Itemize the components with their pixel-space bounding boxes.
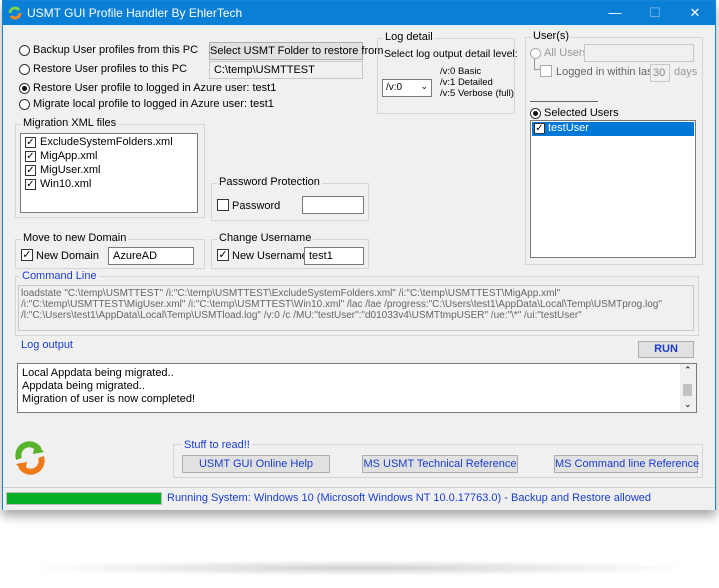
log-detail-group: Log detail Select log output detail leve…	[377, 31, 518, 114]
log-level-select[interactable]: /v:0 ⌄	[382, 79, 432, 97]
list-item[interactable]: ✓ testUser	[532, 122, 694, 136]
list-item-label: MigApp.xml	[40, 150, 98, 162]
password-group: Password Protection Password	[211, 176, 369, 221]
list-item-label: testUser	[548, 122, 589, 134]
title-bar: USMT GUI Profile Handler By EhlerTech — …	[3, 1, 715, 25]
username-label: New Username	[232, 250, 308, 262]
status-bar: Running System: Windows 10 (Microsoft Wi…	[3, 487, 715, 510]
username-title: Change Username	[217, 232, 314, 244]
log-output-title: Log output	[21, 339, 73, 351]
close-button[interactable]: ✕	[675, 1, 715, 25]
command-line-text[interactable]: loadstate "C:\temp\USMTTEST" /i:"C:\temp…	[18, 285, 694, 331]
password-title: Password Protection	[217, 176, 322, 188]
migrate-local-radio[interactable]	[19, 99, 30, 110]
list-item-label: MigUser.xml	[40, 164, 101, 176]
links-title: Stuff to read!!	[182, 439, 252, 451]
restore-label: Restore User profiles to this PC	[33, 63, 188, 75]
log-detail-title: Log detail	[383, 31, 435, 43]
online-help-button[interactable]: USMT GUI Online Help	[182, 455, 330, 473]
days-label: days	[674, 66, 698, 78]
selected-users-radio[interactable]	[530, 108, 541, 119]
scroll-up-icon[interactable]: ⌃	[684, 364, 692, 377]
checkbox-checked-icon[interactable]: ✓	[25, 165, 36, 176]
password-label: Password	[232, 200, 281, 212]
domain-label: New Domain	[36, 250, 99, 262]
command-line-group: Command Line loadstate "C:\temp\USMTTEST…	[15, 270, 699, 336]
migration-files-list[interactable]: ✓ ExcludeSystemFolders.xml ✓ MigApp.xml …	[20, 133, 198, 213]
sync-logo-icon	[15, 441, 45, 475]
command-line-reference-button[interactable]: MS Command line Reference	[554, 455, 699, 473]
log-line: Appdata being migrated..	[22, 380, 145, 392]
progress-bar	[6, 492, 162, 505]
app-window: USMT GUI Profile Handler By EhlerTech — …	[2, 0, 716, 510]
username-field[interactable]: test1	[304, 247, 364, 265]
logged-within-checkbox[interactable]	[540, 65, 552, 77]
scroll-down-icon[interactable]: ⌄	[684, 398, 692, 411]
backup-radio[interactable]	[19, 45, 30, 56]
checkbox-checked-icon[interactable]: ✓	[534, 123, 545, 134]
log-detail-label: Select log output detail level:	[384, 48, 518, 60]
selected-users-label: Selected Users	[544, 107, 619, 119]
technical-reference-button[interactable]: MS USMT Technical Reference	[362, 455, 518, 473]
domain-field[interactable]: AzureAD	[108, 247, 194, 265]
minimize-button[interactable]: —	[595, 1, 635, 25]
password-checkbox[interactable]	[217, 199, 229, 211]
checkbox-checked-icon[interactable]: ✓	[25, 151, 36, 162]
days-field[interactable]: 30	[650, 64, 670, 82]
checkbox-checked-icon[interactable]: ✓	[25, 179, 36, 190]
users-list[interactable]: ✓ testUser	[530, 120, 696, 258]
username-group: Change Username ✓ New Username test1	[211, 232, 369, 269]
window-reflection-shadow	[20, 560, 700, 576]
password-field[interactable]	[302, 196, 364, 214]
restore-radio[interactable]	[19, 64, 30, 75]
log-line: Migration of user is now completed!	[22, 393, 196, 405]
domain-group: Move to new Domain ✓ New Domain AzureAD	[15, 232, 205, 269]
list-item-label: ExcludeSystemFolders.xml	[40, 136, 173, 148]
log-scrollbar[interactable]: ⌃ ⌄	[680, 364, 696, 412]
log-output-box[interactable]: Local Appdata being migrated.. Appdata b…	[17, 363, 697, 413]
all-users-radio[interactable]	[530, 48, 541, 59]
app-icon	[8, 6, 22, 20]
select-folder-button[interactable]: Select USMT Folder to restore from	[209, 42, 383, 60]
logged-within-label: Logged in within last	[556, 66, 656, 78]
domain-title: Move to new Domain	[21, 232, 129, 244]
backup-label: Backup User profiles from this PC	[33, 44, 199, 56]
status-text: Running System: Windows 10 (Microsoft Wi…	[167, 492, 652, 504]
all-users-field[interactable]	[584, 44, 694, 62]
all-users-label: All Users	[544, 47, 589, 59]
restore-azure-label: Restore User profile to logged in Azure …	[33, 82, 277, 94]
log-level-value: /v:0	[386, 82, 403, 93]
scroll-thumb[interactable]	[683, 384, 692, 396]
restore-azure-radio[interactable]	[19, 83, 30, 94]
username-checkbox[interactable]: ✓	[217, 249, 229, 261]
migration-files-title: Migration XML files	[21, 117, 119, 129]
progress-fill	[7, 493, 161, 504]
divider	[530, 101, 598, 102]
folder-path-field[interactable]: C:\temp\USMTTEST	[209, 61, 363, 79]
users-title: User(s)	[531, 30, 572, 42]
list-item-label: Win10.xml	[40, 178, 92, 190]
log-line: Local Appdata being migrated..	[22, 367, 174, 379]
checkbox-checked-icon[interactable]: ✓	[25, 137, 36, 148]
migration-files-group: Migration XML files ✓ ExcludeSystemFolde…	[15, 117, 205, 218]
log-option-detailed: /v:1 Detailed	[440, 77, 493, 88]
chevron-down-icon: ⌄	[420, 81, 428, 91]
migrate-local-label: Migrate local profile to logged in Azure…	[33, 98, 274, 110]
log-option-verbose: /v:5 Verbose (full)	[440, 88, 514, 99]
links-group: Stuff to read!! USMT GUI Online Help MS …	[173, 439, 703, 478]
window-title: USMT GUI Profile Handler By EhlerTech	[27, 6, 243, 20]
run-button[interactable]: RUN	[638, 341, 694, 358]
maximize-button[interactable]: ☐	[635, 1, 675, 25]
command-line-title: Command Line	[20, 270, 99, 282]
log-option-basic: /v:0 Basic	[440, 66, 482, 77]
users-group: User(s) All Users Logged in within last …	[525, 30, 703, 265]
domain-checkbox[interactable]: ✓	[21, 249, 33, 261]
